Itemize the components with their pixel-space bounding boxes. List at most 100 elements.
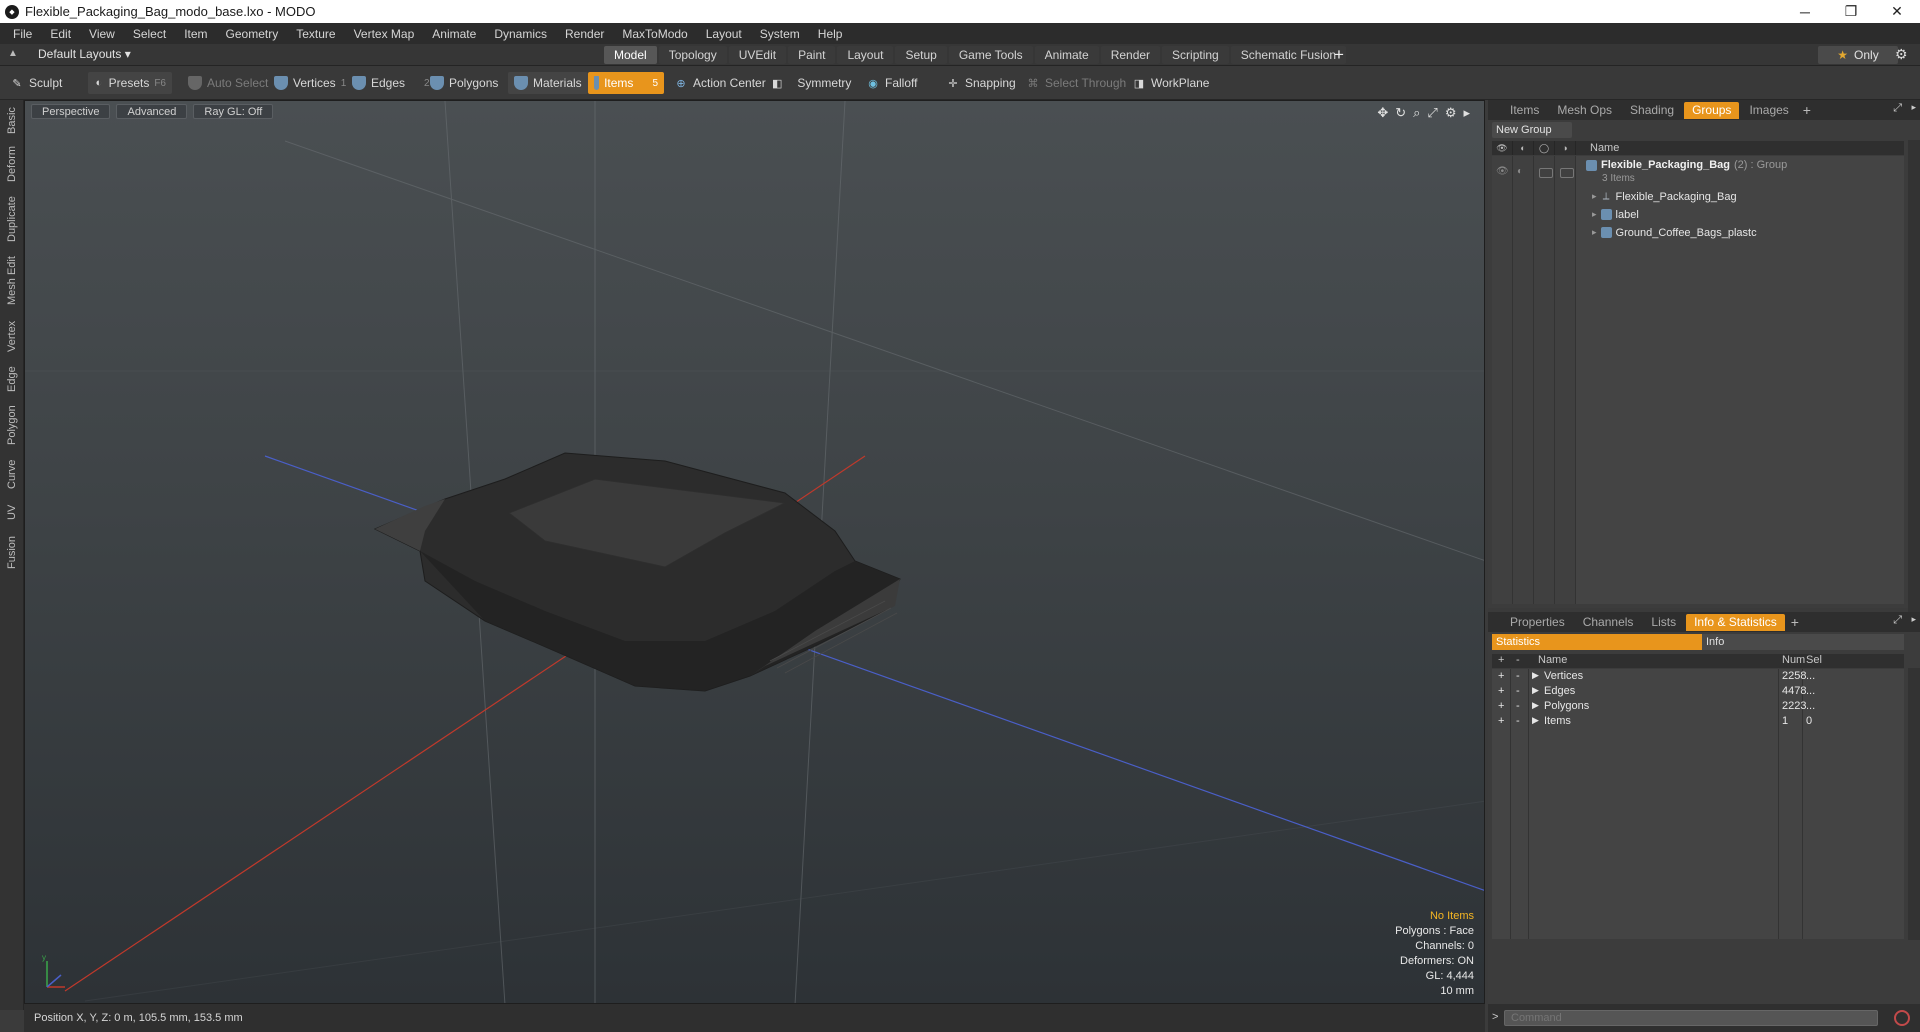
stop-record-icon[interactable]: [1894, 1010, 1910, 1026]
stats-row-vertices[interactable]: + - ▶ Vertices 2258 ...: [1492, 669, 1904, 684]
scene-canvas[interactable]: [25, 101, 1485, 1004]
gear-icon[interactable]: ⚙: [1895, 46, 1908, 63]
menu-edit[interactable]: Edit: [41, 27, 80, 41]
tab-setup[interactable]: Setup: [895, 46, 947, 64]
tab-items[interactable]: Items: [1502, 102, 1547, 119]
tab-scripting[interactable]: Scripting: [1162, 46, 1229, 64]
collapse-minus-icon[interactable]: -: [1516, 715, 1520, 727]
fit-icon[interactable]: ⤢: [1427, 105, 1437, 121]
select-col-icon[interactable]: ◑: [1555, 141, 1576, 155]
tab-groups[interactable]: Groups: [1684, 101, 1740, 119]
tab-images[interactable]: Images: [1741, 102, 1796, 119]
vtab-basic[interactable]: Basic: [3, 104, 21, 138]
new-group-button[interactable]: New Group: [1492, 122, 1572, 138]
tab-mesh-ops[interactable]: Mesh Ops: [1549, 102, 1620, 119]
expand-arrow-icon[interactable]: ▸: [1463, 105, 1470, 121]
stats-row-polygons[interactable]: + - ▶ Polygons 2223 ...: [1492, 699, 1904, 714]
visibility-eye-icon[interactable]: 👁: [1496, 166, 1509, 177]
only-toggle-button[interactable]: ★ Only: [1818, 46, 1898, 64]
auto-select-button[interactable]: Auto Select: [182, 72, 274, 94]
items-button[interactable]: Items 5: [588, 72, 664, 94]
vtab-fusion[interactable]: Fusion: [3, 532, 21, 572]
expand-plus-icon[interactable]: +: [1498, 715, 1504, 727]
lock-col-icon[interactable]: ◯: [1534, 141, 1555, 155]
maximize-button[interactable]: ❐: [1828, 0, 1874, 23]
menu-animate[interactable]: Animate: [423, 27, 485, 41]
tab-channels[interactable]: Channels: [1575, 614, 1642, 631]
action-center-button[interactable]: ⊕ Action Center: [668, 72, 772, 94]
menu-dynamics[interactable]: Dynamics: [485, 27, 556, 41]
vtab-uv[interactable]: UV: [3, 500, 21, 524]
panel-expand-icon[interactable]: ⤢: [1893, 614, 1902, 627]
snapping-button[interactable]: ✛ Snapping: [940, 72, 1022, 94]
pan-icon[interactable]: ✥: [1377, 105, 1388, 121]
vtab-deform[interactable]: Deform: [3, 144, 21, 184]
menu-help[interactable]: Help: [809, 27, 852, 41]
menu-select[interactable]: Select: [124, 27, 175, 41]
edges-button[interactable]: Edges 2: [346, 72, 436, 94]
command-input[interactable]: [1504, 1010, 1878, 1026]
stats-scrollbar[interactable]: [1908, 668, 1920, 940]
tab-properties[interactable]: Properties: [1502, 614, 1573, 631]
render-col-icon[interactable]: ◐: [1513, 141, 1534, 155]
collapse-minus-icon[interactable]: -: [1516, 685, 1520, 697]
vtab-curve[interactable]: Curve: [3, 454, 21, 494]
menu-vertex-map[interactable]: Vertex Map: [345, 27, 424, 41]
viewport-settings-icon[interactable]: ⚙: [1445, 105, 1457, 121]
row-arrow-icon[interactable]: ▶: [1532, 715, 1539, 726]
tab-model[interactable]: Model: [604, 46, 657, 64]
tab-topology[interactable]: Topology: [658, 46, 727, 64]
vtab-mesh-edit[interactable]: Mesh Edit: [3, 254, 21, 308]
expand-plus-icon[interactable]: +: [1498, 700, 1504, 712]
render-toggle-icon[interactable]: ◐: [1517, 166, 1523, 177]
raygl-toggle[interactable]: Ray GL: Off: [193, 104, 274, 119]
falloff-button[interactable]: ◉ Falloff: [860, 72, 944, 94]
add-panel-tab-button[interactable]: +: [1803, 102, 1811, 118]
menu-maxtomodo[interactable]: MaxToModo: [613, 27, 696, 41]
tree-item[interactable]: ▸ ⟂ Flexible_Packaging_Bag: [1492, 188, 1904, 205]
vtab-duplicate[interactable]: Duplicate: [3, 194, 21, 244]
tab-lists[interactable]: Lists: [1643, 614, 1684, 631]
collapse-arrow-icon[interactable]: ▲: [8, 48, 20, 60]
collapse-minus-icon[interactable]: -: [1516, 700, 1520, 712]
rotate-icon[interactable]: ↻: [1395, 105, 1406, 121]
tab-paint[interactable]: Paint: [788, 46, 836, 64]
3d-viewport[interactable]: Perspective Advanced Ray GL: Off ✥ ↻ ⌕ ⤢…: [24, 100, 1485, 1004]
vtab-vertex[interactable]: Vertex: [3, 316, 21, 356]
collapse-minus-icon[interactable]: -: [1516, 670, 1520, 682]
tab-uvedit[interactable]: UVEdit: [728, 46, 787, 64]
tree-item[interactable]: ▸ label: [1492, 206, 1904, 223]
view-mode-dropdown[interactable]: Perspective: [31, 104, 111, 119]
vertices-button[interactable]: Vertices 1: [268, 72, 352, 94]
tab-schematic-fusion[interactable]: Schematic Fusion: [1230, 46, 1347, 64]
panel-expand-icon[interactable]: ⤢: [1893, 102, 1902, 115]
menu-item[interactable]: Item: [175, 27, 216, 41]
panel-menu-arrow-icon[interactable]: ▸: [1911, 614, 1916, 625]
add-layout-tab-button[interactable]: +: [1334, 45, 1344, 65]
menu-geometry[interactable]: Geometry: [217, 27, 288, 41]
select-toggle[interactable]: [1560, 168, 1574, 178]
stats-row-edges[interactable]: + - ▶ Edges 4478 ...: [1492, 684, 1904, 699]
menu-layout[interactable]: Layout: [697, 27, 751, 41]
menu-render[interactable]: Render: [556, 27, 613, 41]
subtab-statistics[interactable]: Statistics: [1492, 634, 1702, 650]
tab-animate[interactable]: Animate: [1034, 46, 1099, 64]
groups-scrollbar[interactable]: [1908, 140, 1920, 628]
group-row[interactable]: 👁 ◐ Flexible_Packaging_Bag (2) : Group 3…: [1492, 158, 1904, 186]
minimize-button[interactable]: ─: [1782, 0, 1828, 23]
subtab-info[interactable]: Info: [1702, 634, 1904, 650]
menu-view[interactable]: View: [80, 27, 124, 41]
tree-item[interactable]: ▸ Ground_Coffee_Bags_plastc: [1492, 224, 1904, 241]
default-layouts-dropdown[interactable]: Default Layouts ▾: [38, 47, 131, 61]
menu-texture[interactable]: Texture: [287, 27, 344, 41]
row-arrow-icon[interactable]: ▶: [1532, 700, 1539, 711]
row-arrow-icon[interactable]: ▶: [1532, 685, 1539, 696]
stats-row-items[interactable]: + - ▶ Items 1 0: [1492, 714, 1904, 729]
presets-button[interactable]: ◐ Presets F6: [88, 72, 172, 94]
symmetry-button[interactable]: ◧ Symmetry: [766, 72, 854, 94]
tab-shading[interactable]: Shading: [1622, 102, 1682, 119]
expand-plus-icon[interactable]: +: [1498, 670, 1504, 682]
flexible-packaging-bag-model[interactable]: [373, 452, 901, 692]
menu-file[interactable]: File: [4, 27, 41, 41]
vtab-polygon[interactable]: Polygon: [3, 402, 21, 448]
